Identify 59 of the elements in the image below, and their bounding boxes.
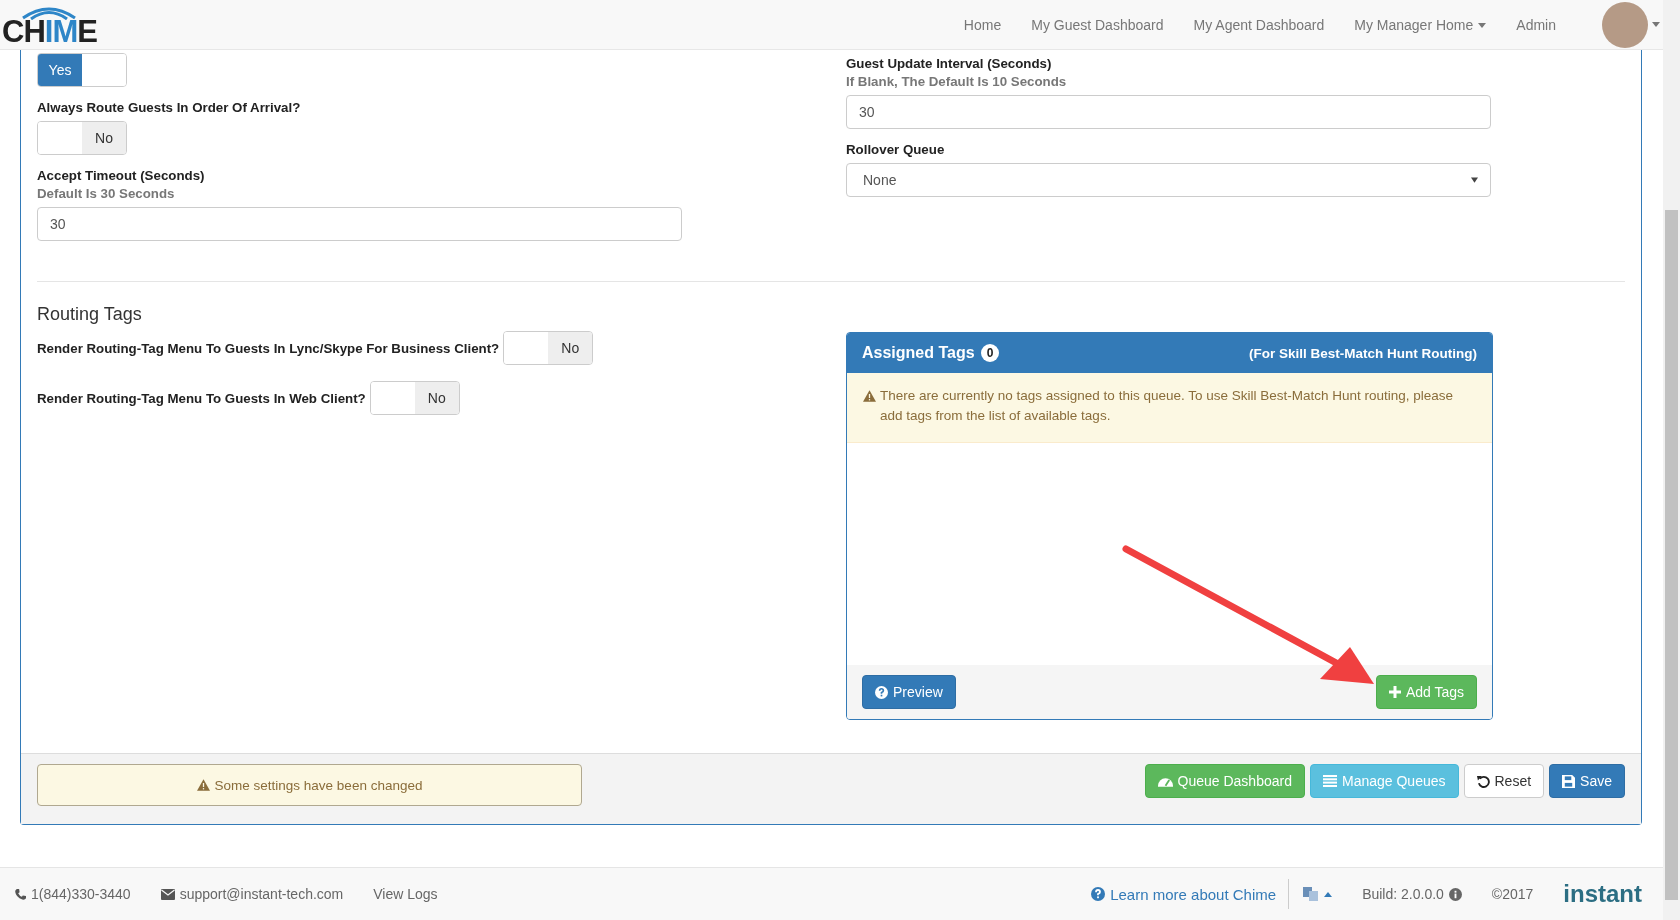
action-button[interactable]: Reset [1463, 764, 1545, 798]
count-badge: 0 [980, 344, 1000, 362]
avatar[interactable] [1602, 1, 1648, 48]
warning-icon [196, 779, 210, 791]
option-label: Render Routing-Tag Menu To Guests In Lync/Skype For Business Client? [37, 340, 500, 356]
panel-title: Assigned Tags [862, 344, 975, 362]
field-label: Always Route Guests In Order Of Arrival? [37, 100, 301, 115]
nav-link[interactable]: Admin [1516, 16, 1556, 33]
caret-icon [1471, 177, 1478, 183]
translate-icon [1303, 887, 1320, 901]
logo[interactable]: CHIME [2, 4, 97, 47]
field-label: Accept Timeout (Seconds) [37, 168, 205, 183]
nav-link[interactable]: Home [963, 16, 1002, 33]
view-logs-link[interactable]: View Logs [373, 886, 438, 902]
select-field[interactable]: None [846, 163, 1491, 197]
toggle-switch[interactable]: No [37, 121, 127, 155]
save-icon [1562, 774, 1576, 788]
plus-icon [1388, 686, 1401, 698]
brand-logo: instant [1563, 880, 1642, 908]
email-link[interactable]: support@instant-tech.com [160, 886, 344, 902]
info-icon [1448, 887, 1462, 901]
field-hint: If Blank, The Default Is 10 Seconds [846, 74, 1067, 89]
option-label: Render Routing-Tag Menu To Guests In Web Client? [37, 390, 366, 406]
phone-number: 1(844)330-3440 [15, 886, 131, 902]
scrollbar[interactable] [1663, 0, 1680, 920]
field-label: Guest Update Interval (Seconds) [846, 56, 1052, 71]
action-button[interactable]: Queue Dashboard [1144, 764, 1305, 798]
caret-icon [1478, 23, 1487, 29]
caret-icon[interactable] [1652, 22, 1660, 27]
input-field[interactable]: 30 [846, 95, 1491, 129]
toggle-switch[interactable]: No [369, 381, 460, 415]
learn-more-link[interactable]: Learn more about Chime [1091, 885, 1277, 903]
gauge-icon [1157, 775, 1173, 787]
panel-note: (For Skill Best-Match Hunt Routing) [1249, 345, 1477, 361]
help-icon [875, 685, 888, 699]
list-icon [1322, 775, 1337, 787]
section-title: Routing Tags [37, 304, 142, 325]
toggle-switch[interactable]: Yes [37, 53, 127, 87]
envelope-icon [160, 888, 175, 900]
action-button[interactable]: Save [1549, 764, 1625, 798]
help-icon [1091, 887, 1106, 901]
field-label: Rollover Queue [846, 142, 945, 157]
copyright: ©2017 [1491, 886, 1534, 902]
phone-icon [15, 888, 26, 900]
preview-button[interactable]: Preview [862, 675, 956, 709]
field-hint: Default Is 30 Seconds [37, 186, 175, 201]
build-version: Build: 2.0.0.0 [1362, 886, 1462, 902]
nav-link[interactable]: My Guest Dashboard [1031, 16, 1164, 33]
toggle-switch[interactable]: No [503, 331, 594, 365]
caret-icon [1324, 891, 1333, 897]
add-tags-button[interactable]: Add Tags [1375, 675, 1477, 709]
undo-icon [1476, 774, 1490, 788]
warning-text: There are currently no tags assigned to this queue. To use Skill Best-Match Hunt routing, please add tags from the list of available tags. [880, 387, 1455, 425]
input-field[interactable]: 30 [37, 207, 682, 241]
warning-icon [863, 390, 876, 402]
status-text: Some settings have been changed [214, 777, 423, 793]
nav-link[interactable]: My Agent Dashboard [1193, 16, 1325, 33]
nav-link[interactable]: My Manager Home [1354, 16, 1487, 33]
language-button[interactable] [1303, 887, 1333, 901]
